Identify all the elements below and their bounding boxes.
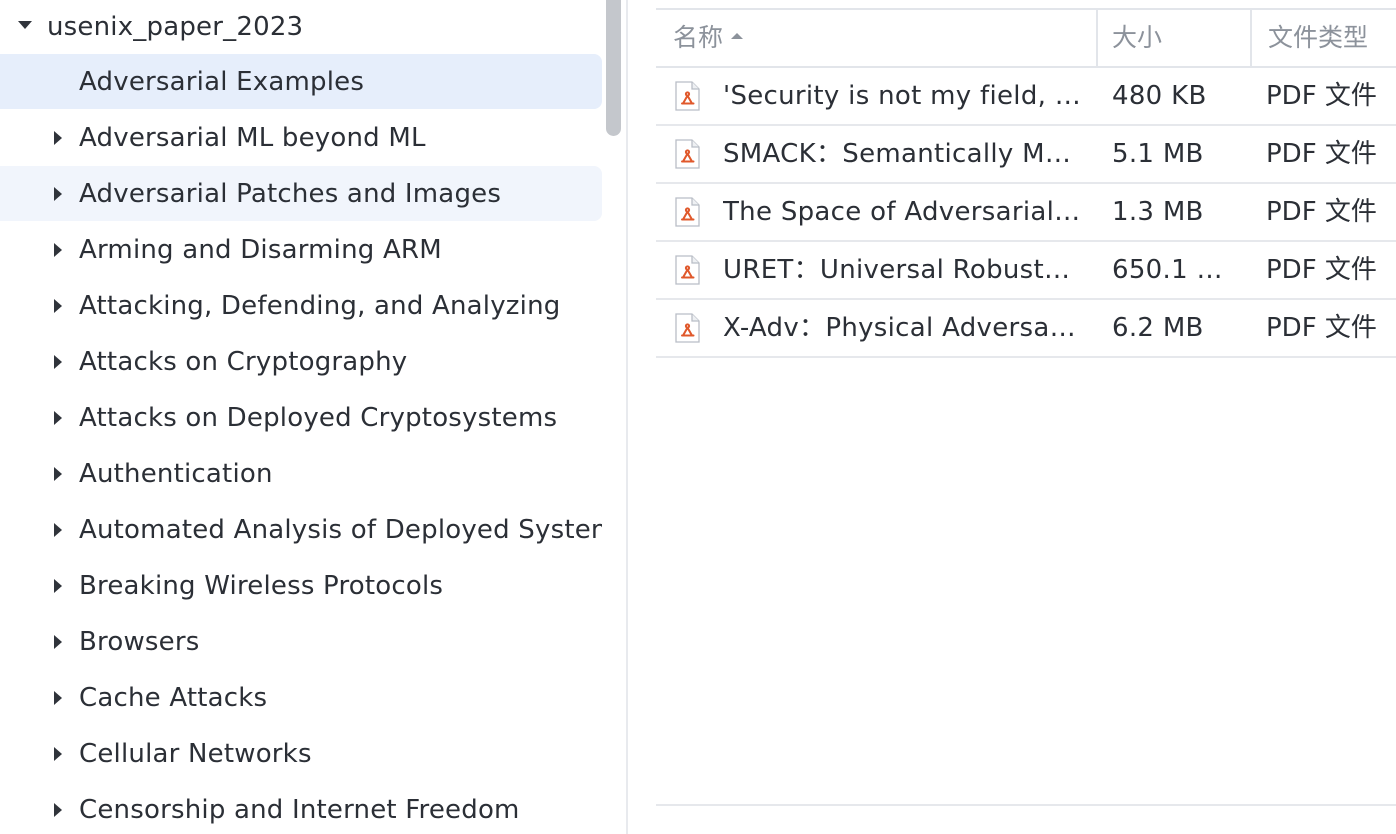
- tree-item-label: Browsers: [79, 627, 200, 657]
- pdf-file-icon: [674, 139, 700, 169]
- column-header-name[interactable]: 名称: [673, 10, 744, 66]
- tree-item-label: Breaking Wireless Protocols: [79, 571, 444, 601]
- expand-triangle-icon[interactable]: [54, 243, 62, 257]
- tree-item[interactable]: Cellular Networks: [0, 726, 603, 782]
- tree-item[interactable]: Authentication: [0, 446, 603, 502]
- expand-triangle-icon[interactable]: [54, 299, 62, 313]
- tree-item[interactable]: Breaking Wireless Protocols: [0, 558, 603, 614]
- tree-item[interactable]: Attacks on Deployed Cryptosystems: [0, 390, 603, 446]
- file-name: SMACK：Semantically Meaningful Adversaria…: [723, 139, 1083, 169]
- tree-root-label: usenix_paper_2023: [47, 12, 304, 42]
- expand-triangle-icon[interactable]: [54, 187, 62, 201]
- tree-item[interactable]: Adversarial ML beyond ML: [0, 110, 603, 166]
- expand-triangle-icon[interactable]: [54, 635, 62, 649]
- tree-item[interactable]: Arming and Disarming ARM: [0, 222, 603, 278]
- folder-tree-panel: usenix_paper_2023 Adversarial Examples Ad…: [0, 0, 603, 834]
- file-row[interactable]: URET：Universal Robustness Evaluation Too…: [656, 242, 1396, 300]
- file-size: 650.1 KB: [1112, 255, 1224, 285]
- column-resize-handle[interactable]: [1096, 10, 1098, 66]
- panel-divider[interactable]: [626, 0, 628, 834]
- file-size: 6.2 MB: [1112, 313, 1204, 343]
- file-type: PDF 文件: [1266, 81, 1377, 111]
- tree-item-label: Automated Analysis of Deployed System: [79, 515, 602, 545]
- expand-triangle-icon[interactable]: [54, 411, 62, 425]
- tree-item-label: Authentication: [79, 459, 273, 489]
- pdf-file-icon: [674, 81, 700, 111]
- expand-triangle-icon[interactable]: [54, 467, 62, 481]
- file-list-bottom-border: [656, 804, 1396, 806]
- pdf-file-icon: [674, 197, 700, 227]
- sort-ascending-icon: [731, 33, 744, 39]
- tree-item-label: Adversarial Patches and Images: [79, 179, 502, 209]
- tree-item[interactable]: Adversarial Patches and Images: [0, 166, 603, 222]
- file-row[interactable]: SMACK：Semantically Meaningful Adversaria…: [656, 126, 1396, 184]
- tree-list: Adversarial Examples Adversarial ML beyon…: [0, 54, 603, 834]
- column-header-size[interactable]: 大小: [1112, 10, 1162, 66]
- tree-item-label: Censorship and Internet Freedom: [79, 795, 520, 825]
- tree-item[interactable]: Automated Analysis of Deployed System: [0, 502, 603, 558]
- file-browser-window: usenix_paper_2023 Adversarial Examples Ad…: [0, 0, 1396, 834]
- tree-item[interactable]: Browsers: [0, 614, 603, 670]
- tree-item-label: Adversarial ML beyond ML: [79, 123, 426, 153]
- file-row[interactable]: 'Security is not my field, I'm a stats g…: [656, 68, 1396, 126]
- file-row[interactable]: The Space of Adversarial Strategies 1.3 M…: [656, 184, 1396, 242]
- column-header-type[interactable]: 文件类型: [1268, 10, 1368, 66]
- tree-scrollbar-thumb[interactable]: [606, 0, 621, 136]
- file-row[interactable]: X-Adv：Physical Adversarial Object Attack…: [656, 300, 1396, 358]
- file-name: URET：Universal Robustness Evaluation Too…: [723, 255, 1083, 285]
- expand-triangle-icon[interactable]: [54, 355, 62, 369]
- tree-item[interactable]: Cache Attacks: [0, 670, 603, 726]
- collapse-triangle-icon[interactable]: [18, 21, 32, 29]
- tree-item-label: Attacks on Deployed Cryptosystems: [79, 403, 558, 433]
- tree-item[interactable]: Censorship and Internet Freedom: [0, 782, 603, 834]
- tree-item-label: Attacking, Defending, and Analyzing: [79, 291, 561, 321]
- file-list: 'Security is not my field, I'm a stats g…: [656, 68, 1396, 358]
- file-type: PDF 文件: [1266, 255, 1377, 285]
- file-type: PDF 文件: [1266, 197, 1377, 227]
- column-header-name-label: 名称: [673, 23, 724, 52]
- tree-item[interactable]: Adversarial Examples: [0, 54, 603, 110]
- pdf-file-icon: [674, 313, 700, 343]
- file-list-header: 名称 大小 文件类型: [656, 10, 1396, 68]
- file-name: 'Security is not my field, I'm a stats g…: [723, 81, 1083, 111]
- file-size: 1.3 MB: [1112, 197, 1204, 227]
- tree-item-label: Cache Attacks: [79, 683, 268, 713]
- expand-triangle-icon[interactable]: [54, 691, 62, 705]
- file-name: X-Adv：Physical Adversarial Object Attack…: [723, 313, 1083, 343]
- column-resize-handle[interactable]: [1250, 10, 1252, 66]
- expand-triangle-icon[interactable]: [54, 131, 62, 145]
- tree-item[interactable]: Attacks on Cryptography: [0, 334, 603, 390]
- file-list-panel: 名称 大小 文件类型 'Security is not my field, I'…: [656, 0, 1396, 834]
- pdf-file-icon: [674, 255, 700, 285]
- file-name: The Space of Adversarial Strategies: [723, 197, 1083, 227]
- tree-item-label: Attacks on Cryptography: [79, 347, 408, 377]
- tree-item[interactable]: Attacking, Defending, and Analyzing: [0, 278, 603, 334]
- tree-item-label: Cellular Networks: [79, 739, 312, 769]
- expand-triangle-icon[interactable]: [54, 523, 62, 537]
- expand-triangle-icon[interactable]: [54, 579, 62, 593]
- tree-item-label: Adversarial Examples: [79, 67, 365, 97]
- file-size: 480 KB: [1112, 81, 1207, 111]
- tree-root-folder[interactable]: usenix_paper_2023: [0, 0, 603, 54]
- expand-triangle-icon[interactable]: [54, 747, 62, 761]
- file-size: 5.1 MB: [1112, 139, 1204, 169]
- file-type: PDF 文件: [1266, 313, 1377, 343]
- tree-item-label: Arming and Disarming ARM: [79, 235, 442, 265]
- file-type: PDF 文件: [1266, 139, 1377, 169]
- expand-triangle-icon[interactable]: [54, 803, 62, 817]
